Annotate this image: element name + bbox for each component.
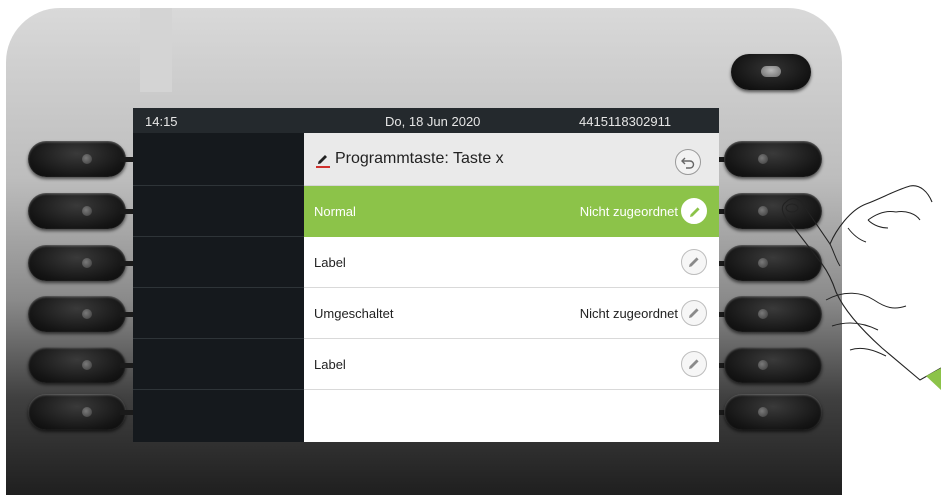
- row-value: Nicht zugeordnet: [579, 204, 678, 219]
- row-label: Label: [314, 357, 346, 372]
- edit-button[interactable]: [681, 351, 707, 377]
- pencil-icon: [689, 308, 699, 318]
- softkey-led: [758, 360, 768, 370]
- page-title: Programmtaste: Taste x: [335, 150, 504, 167]
- left-pane-divider: [133, 185, 304, 186]
- row-label-shifted[interactable]: Label: [304, 339, 719, 390]
- softkey-led: [758, 407, 768, 417]
- status-bar: 14:15 Do, 18 Jun 2020 4415118302911: [133, 108, 719, 133]
- left-softkey-1[interactable]: [28, 141, 126, 177]
- softkey-led: [82, 154, 92, 164]
- row-label-normal[interactable]: Label: [304, 237, 719, 288]
- row-value: Nicht zugeordnet: [579, 306, 678, 321]
- left-pane-divider: [133, 236, 304, 237]
- menu-key-led: [761, 66, 781, 77]
- panel-header: Programmtaste: Taste x: [304, 133, 719, 186]
- pencil-icon: [689, 257, 699, 267]
- softkey-led: [758, 309, 768, 319]
- left-softkey-3[interactable]: [28, 245, 126, 281]
- settings-panel: Programmtaste: Taste x Normal Nicht zuge…: [304, 133, 719, 442]
- row-label: Umgeschaltet: [314, 306, 394, 321]
- softkey-led: [82, 309, 92, 319]
- phone-display: 14:15 Do, 18 Jun 2020 4415118302911 Prog…: [133, 108, 719, 442]
- back-arrow-icon: [681, 157, 695, 169]
- left-key-pane: [133, 133, 304, 442]
- softkey-stem: [120, 261, 134, 266]
- left-softkey-6[interactable]: [28, 394, 126, 430]
- softkey-led: [82, 407, 92, 417]
- status-phone-number: 4415118302911: [579, 114, 672, 129]
- back-button[interactable]: [675, 149, 701, 175]
- pencil-icon: [690, 207, 700, 217]
- row-label: Label: [314, 255, 346, 270]
- softkey-led: [758, 258, 768, 268]
- softkey-led: [82, 258, 92, 268]
- status-time: 14:15: [145, 114, 178, 129]
- softkey-stem: [120, 209, 134, 214]
- pencil-icon: [316, 155, 330, 168]
- pencil-icon: [689, 359, 699, 369]
- status-date: Do, 18 Jun 2020: [385, 114, 481, 129]
- edit-button[interactable]: [681, 249, 707, 275]
- row-normal[interactable]: Normal Nicht zugeordnet: [304, 186, 719, 237]
- edit-button[interactable]: [681, 198, 707, 224]
- right-softkey-1[interactable]: [724, 141, 822, 177]
- pointing-hand-icon: [781, 185, 941, 390]
- menu-key[interactable]: [731, 54, 811, 90]
- left-softkey-2[interactable]: [28, 193, 126, 229]
- left-pane-divider: [133, 338, 304, 339]
- softkey-led: [758, 206, 768, 216]
- row-umgeschaltet[interactable]: Umgeschaltet Nicht zugeordnet: [304, 288, 719, 339]
- softkey-led: [82, 360, 92, 370]
- right-softkey-6[interactable]: [724, 394, 822, 430]
- left-softkey-5[interactable]: [28, 347, 126, 383]
- softkey-stem: [120, 410, 134, 415]
- left-pane-divider: [133, 287, 304, 288]
- row-label: Normal: [314, 204, 356, 219]
- softkey-stem: [120, 363, 134, 368]
- softkey-led: [82, 206, 92, 216]
- phone-notch: [140, 8, 172, 92]
- left-softkey-4[interactable]: [28, 296, 126, 332]
- softkey-led: [758, 154, 768, 164]
- left-pane-divider: [133, 389, 304, 390]
- softkey-stem: [120, 312, 134, 317]
- softkey-stem: [120, 157, 134, 162]
- edit-button[interactable]: [681, 300, 707, 326]
